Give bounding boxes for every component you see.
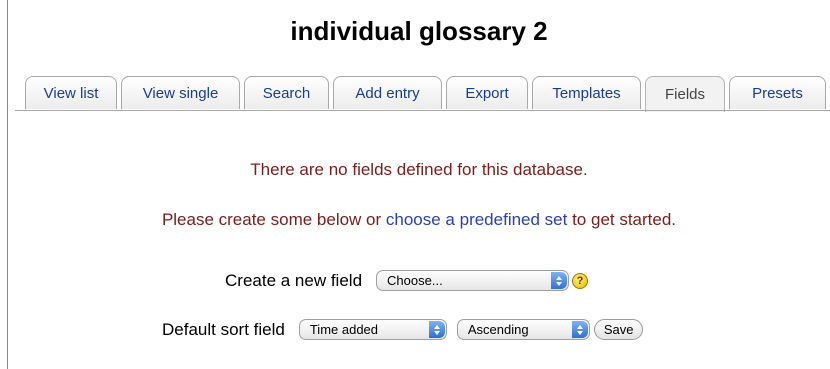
no-fields-message: There are no fields defined for this dat… [250, 160, 588, 179]
tab-view-single[interactable]: View single [121, 76, 240, 109]
sort-field-select-value: Time added [309, 322, 379, 337]
default-sort-label: Default sort field [162, 319, 285, 339]
create-field-label: Create a new field [225, 270, 363, 290]
tab-export[interactable]: Export [446, 76, 528, 109]
create-instruction: Please create some below or choose a pre… [8, 210, 830, 230]
select-arrows-icon [428, 321, 445, 338]
tab-view-list[interactable]: View list [25, 76, 117, 109]
select-arrows-icon [551, 272, 568, 289]
sort-field-select[interactable]: Time added [298, 319, 447, 340]
question-mark-icon[interactable]: ? [572, 272, 589, 289]
sort-order-select[interactable]: Ascending [456, 319, 590, 340]
create-instruction-suffix: to get started. [567, 210, 677, 229]
select-arrows-icon [571, 321, 588, 338]
tab-search[interactable]: Search [244, 76, 329, 109]
create-field-row: Create a new field Choose... ? [225, 270, 589, 291]
field-type-select-value: Choose... [387, 273, 443, 288]
tab-divider [15, 110, 830, 111]
save-button[interactable]: Save [593, 319, 644, 340]
field-type-select[interactable]: Choose... [376, 270, 570, 291]
page-title: individual glossary 2 [290, 16, 548, 46]
tab-presets[interactable]: Presets [729, 76, 826, 109]
tab-fields[interactable]: Fields [645, 76, 725, 112]
predefined-set-link[interactable]: choose a predefined set [386, 210, 567, 229]
tab-add-entry[interactable]: Add entry [333, 76, 442, 109]
sort-order-select-value: Ascending [467, 322, 529, 337]
default-sort-row: Default sort field Time added Ascending … [162, 319, 644, 340]
tab-templates[interactable]: Templates [532, 76, 641, 109]
content-frame: individual glossary 2 View list View sin… [7, 0, 830, 369]
create-instruction-prefix: Please create some below or [161, 210, 386, 229]
